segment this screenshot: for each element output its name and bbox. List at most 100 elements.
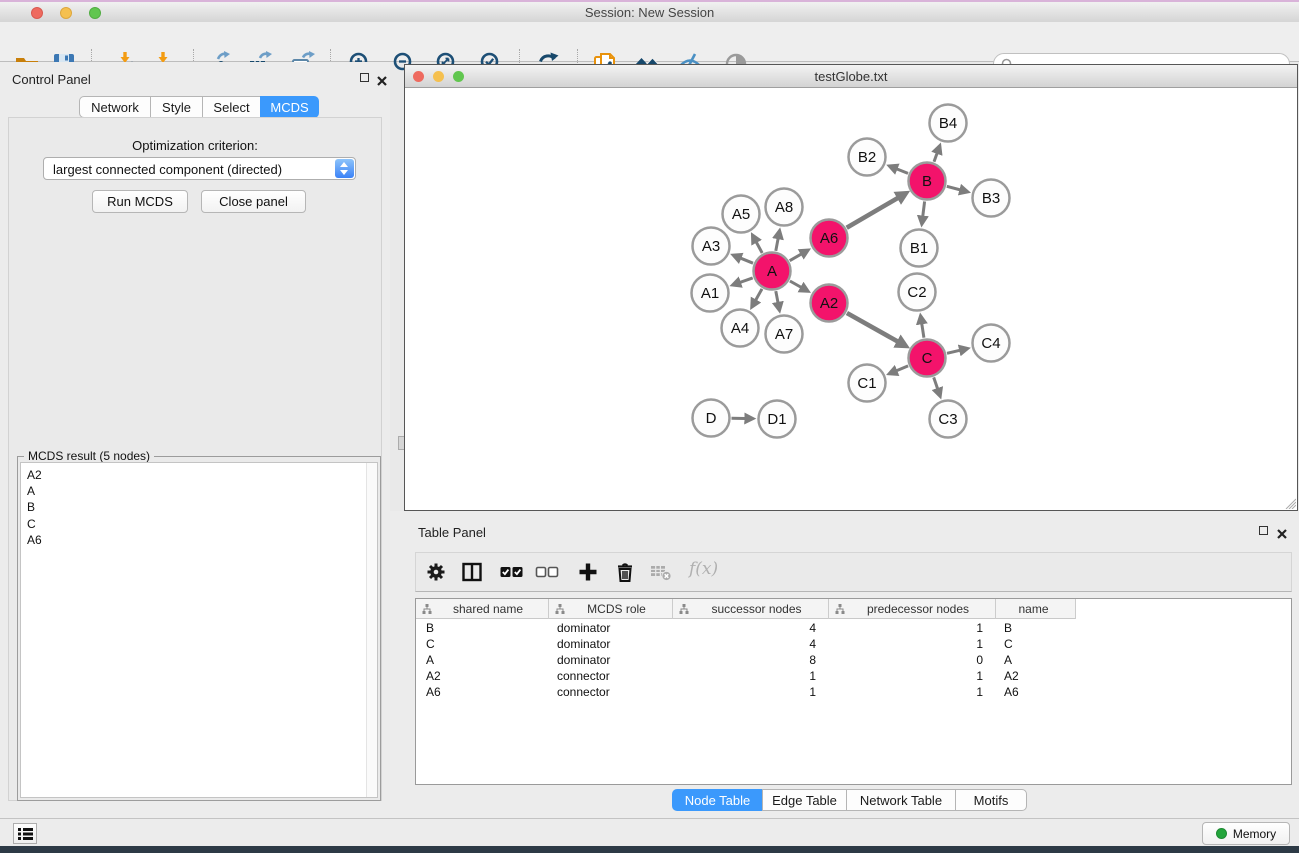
graph-edge-C-C3[interactable] [934, 377, 940, 395]
graph-edge-B-B3[interactable] [947, 186, 967, 191]
graph-edge-A-A1[interactable] [734, 278, 753, 285]
graph-edge-B-B4[interactable] [934, 147, 939, 162]
run-mcds-button[interactable]: Run MCDS [92, 190, 188, 213]
graph-node-D[interactable]: D [693, 400, 730, 437]
table-tab-network-table[interactable]: Network Table [846, 789, 956, 811]
close-panel-button[interactable]: Close panel [201, 190, 306, 213]
graph-node-A1[interactable]: A1 [692, 275, 729, 312]
graph-edge-A-A8[interactable] [776, 232, 780, 251]
graph-node-B3[interactable]: B3 [973, 180, 1010, 217]
graph-edge-A-A6[interactable] [790, 251, 807, 261]
window-resize-grip[interactable] [1283, 496, 1296, 509]
graph-edge-C-C1[interactable] [891, 366, 909, 373]
close-table-panel-icon[interactable] [1277, 526, 1287, 536]
graph-node-D1[interactable]: D1 [759, 401, 796, 438]
desktop-background-strip [0, 846, 1299, 853]
show-panels-list-button[interactable] [13, 823, 37, 844]
table-row[interactable]: Bdominator41B [416, 620, 1291, 636]
graph-node-B2[interactable]: B2 [849, 139, 886, 176]
table-settings-gear-icon[interactable] [424, 560, 448, 584]
svg-text:A: A [767, 263, 777, 280]
mcds-result-legend: MCDS result (5 nodes) [24, 449, 154, 463]
mcds-result-list[interactable]: A2ABCA6 [20, 462, 378, 798]
control-tab-mcds[interactable]: MCDS [260, 96, 319, 118]
svg-text:C: C [922, 350, 933, 367]
graph-node-A2[interactable]: A2 [811, 285, 848, 322]
mcds-result-item[interactable]: A6 [21, 532, 377, 548]
graph-node-A6[interactable]: A6 [811, 220, 848, 257]
table-cell: 4 [673, 620, 829, 636]
graph-node-A7[interactable]: A7 [766, 316, 803, 353]
mcds-result-item[interactable]: C [21, 516, 377, 532]
close-panel-icon[interactable] [377, 73, 387, 83]
column-sort-icon [835, 604, 845, 614]
add-column-icon[interactable] [576, 560, 600, 584]
network-canvas[interactable]: B4 B2 B B3 A8A5 A6 A3 B1 A C2 A1 A2 A4A7 C4 C C1 D D1 C3 [405, 88, 1297, 510]
graph-edge-A6-B[interactable] [847, 194, 905, 228]
graph-edge-A-A3[interactable] [735, 256, 753, 264]
table-cell: dominator [549, 636, 673, 652]
mcds-result-item[interactable]: B [21, 499, 377, 515]
graph-node-A8[interactable]: A8 [766, 189, 803, 226]
column-header-predecessor-nodes[interactable]: predecessor nodes [829, 599, 996, 619]
deselect-all-checkboxes-icon[interactable] [535, 560, 559, 584]
graph-node-C2[interactable]: C2 [899, 274, 936, 311]
control-tab-style[interactable]: Style [150, 96, 203, 118]
delete-column-trash-icon[interactable] [613, 560, 637, 584]
float-table-panel-icon[interactable] [1259, 526, 1269, 536]
column-header-shared-name[interactable]: shared name [416, 599, 549, 619]
graph-node-A3[interactable]: A3 [693, 228, 730, 265]
graph-edge-A-A5[interactable] [753, 236, 762, 253]
column-header-name[interactable]: name [996, 599, 1076, 619]
float-panel-icon[interactable] [360, 73, 370, 83]
graph-edge-A2-C[interactable] [847, 313, 905, 346]
table-cell: B [416, 620, 549, 636]
control-tab-select[interactable]: Select [202, 96, 261, 118]
svg-text:B4: B4 [939, 115, 957, 132]
graph-edge-A-A2[interactable] [790, 281, 807, 291]
graph-node-A4[interactable]: A4 [722, 310, 759, 347]
table-row[interactable]: Cdominator41C [416, 636, 1291, 652]
graph-node-A5[interactable]: A5 [723, 196, 760, 233]
criterion-dropdown[interactable]: largest connected component (directed) [43, 157, 356, 180]
table-tab-edge-table[interactable]: Edge Table [762, 789, 847, 811]
graph-node-B[interactable]: B [909, 163, 946, 200]
graph-node-C3[interactable]: C3 [930, 401, 967, 438]
control-tab-network[interactable]: Network [79, 96, 151, 118]
table-row[interactable]: Adominator80A [416, 652, 1291, 668]
table-tab-node-table[interactable]: Node Table [672, 789, 763, 811]
graph-edge-C-C4[interactable] [947, 349, 966, 354]
mcds-result-item[interactable]: A [21, 483, 377, 499]
graph-edge-C-C2[interactable] [921, 317, 924, 338]
table-toolbar: f(x) [415, 552, 1292, 592]
graph-node-B1[interactable]: B1 [901, 230, 938, 267]
mcds-result-item[interactable]: A2 [21, 467, 377, 483]
mcds-list-scrollbar[interactable] [366, 463, 377, 797]
memory-button[interactable]: Memory [1202, 822, 1290, 845]
graph-node-B4[interactable]: B4 [930, 105, 967, 142]
table-row[interactable]: A6connector11A6 [416, 684, 1291, 700]
list-icon [14, 824, 36, 843]
network-graph[interactable]: B4 B2 B B3 A8A5 A6 A3 B1 A C2 A1 A2 A4A7 C4 C C1 D D1 C3 [405, 88, 1297, 510]
network-window-titlebar[interactable]: testGlobe.txt [405, 65, 1297, 88]
table-tab-motifs[interactable]: Motifs [955, 789, 1027, 811]
dropdown-stepper-icon [335, 159, 354, 178]
memory-status-icon [1216, 828, 1227, 839]
table-header-row: shared nameMCDS rolesuccessor nodesprede… [416, 599, 1291, 619]
criterion-dropdown-value: largest connected component (directed) [53, 162, 282, 177]
graph-edge-A-A4[interactable] [753, 289, 763, 306]
graph-edge-B-B2[interactable] [891, 167, 908, 174]
column-header-MCDS-role[interactable]: MCDS role [549, 599, 673, 619]
graph-node-C1[interactable]: C1 [849, 365, 886, 402]
graph-node-C[interactable]: C [909, 340, 946, 377]
graph-node-C4[interactable]: C4 [973, 325, 1010, 362]
table-row[interactable]: A2connector11A2 [416, 668, 1291, 684]
svg-text:B2: B2 [858, 149, 876, 166]
select-all-checkboxes-icon[interactable] [500, 560, 524, 584]
graph-node-A[interactable]: A [754, 253, 791, 290]
column-header-successor-nodes[interactable]: successor nodes [673, 599, 829, 619]
function-builder-fx: f(x) [689, 559, 718, 579]
graph-edge-B-B1[interactable] [922, 201, 925, 222]
show-columns-icon[interactable] [460, 560, 484, 584]
graph-edge-A-A7[interactable] [776, 291, 779, 309]
